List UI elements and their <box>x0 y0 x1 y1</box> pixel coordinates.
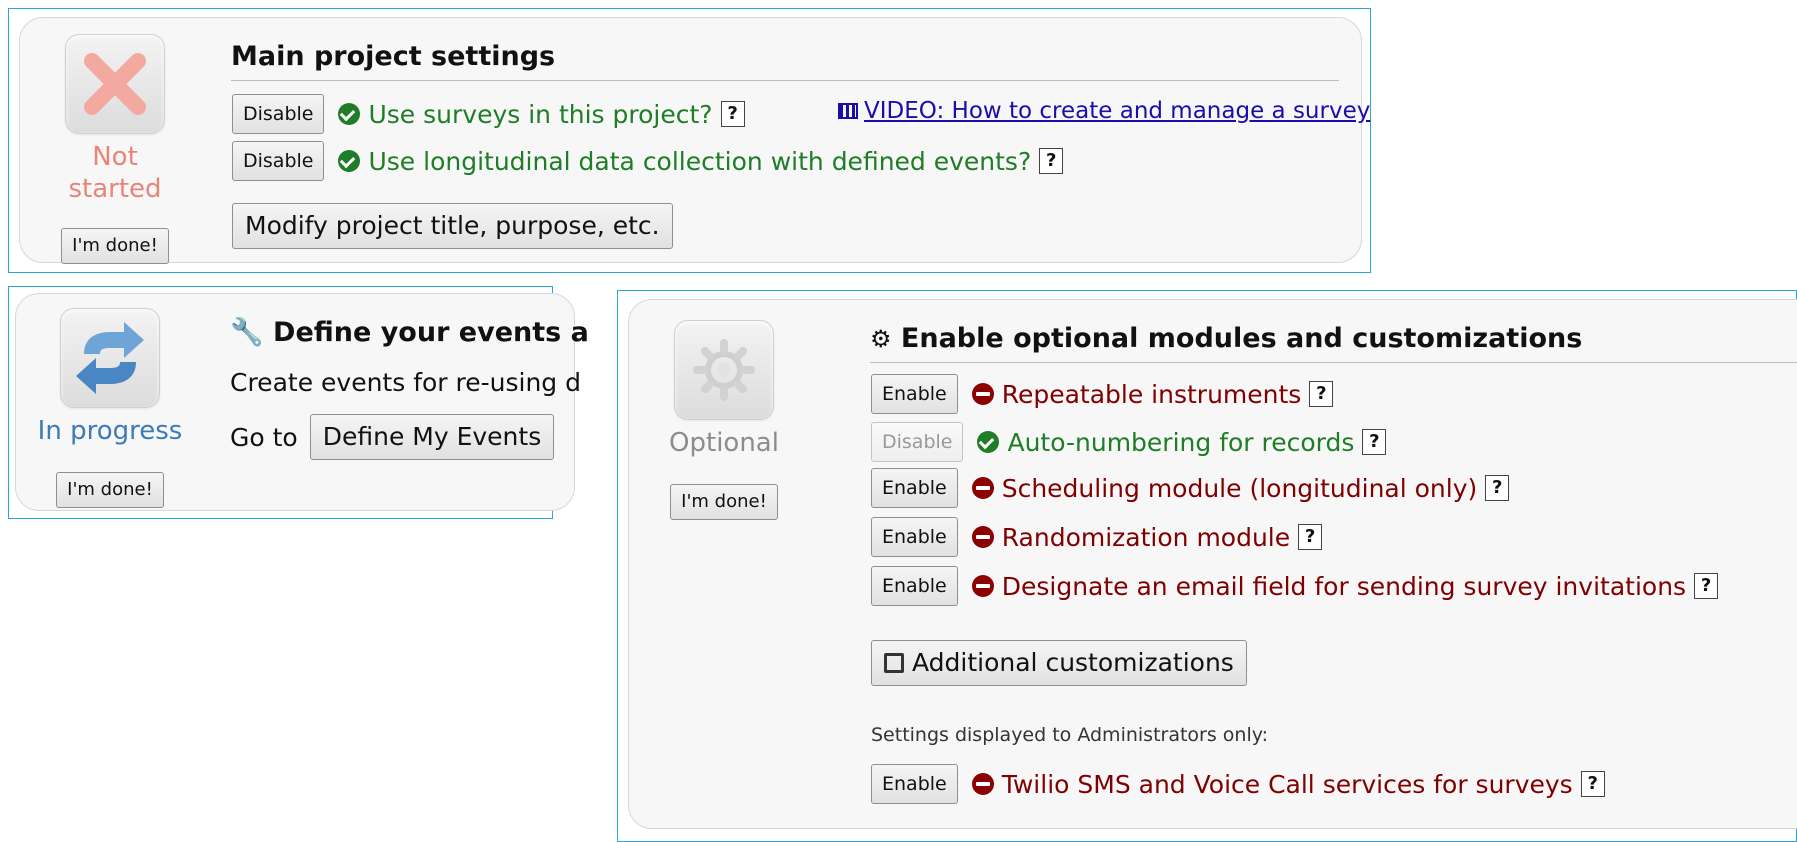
main-settings-frame: Not started I'm done! Main project setti… <box>8 8 1371 273</box>
setting-label: Use longitudinal data collection with de… <box>368 146 1032 176</box>
enable-randomization-button[interactable]: Enable <box>871 517 958 557</box>
check-circle-icon <box>977 431 1000 453</box>
minus-circle-icon <box>971 773 994 795</box>
help-button[interactable]: ? <box>1694 573 1719 599</box>
optional-modules-frame: Optional I'm done! ⚙ Enable optional mod… <box>617 290 1797 842</box>
divider <box>231 80 1339 81</box>
main-settings-panel: Not started I'm done! Main project setti… <box>19 17 1370 264</box>
module-label: Scheduling module (longitudinal only) <box>1001 473 1478 503</box>
module-row-autonumbering: Disable Auto-numbering for records ? <box>871 422 1387 462</box>
admin-note: Settings displayed to Administrators onl… <box>871 724 1269 746</box>
status-label: Not started <box>68 142 162 204</box>
enable-scheduling-button[interactable]: Enable <box>871 468 958 508</box>
module-label: Randomization module <box>1001 522 1291 552</box>
help-button[interactable]: ? <box>1362 429 1387 455</box>
setting-row-longitudinal: Disable Use longitudinal data collection… <box>232 141 1064 181</box>
define-events-button[interactable]: Define My Events <box>309 414 555 460</box>
module-label: Twilio SMS and Voice Call services for s… <box>1001 769 1573 799</box>
disable-longitudinal-button[interactable]: Disable <box>232 141 325 181</box>
disable-autonumbering-button[interactable]: Disable <box>871 422 964 462</box>
help-button[interactable]: ? <box>1580 771 1605 797</box>
minus-circle-icon <box>971 575 994 597</box>
define-events-frame: In progress I'm done! 🔧 Define your even… <box>8 286 589 519</box>
module-label: Repeatable instruments <box>1001 379 1302 409</box>
help-button[interactable]: ? <box>1485 475 1510 501</box>
modify-project-button[interactable]: Modify project title, purpose, etc. <box>232 203 673 249</box>
module-row-scheduling: Enable Scheduling module (longitudinal o… <box>871 468 1510 508</box>
module-label: Auto-numbering for records <box>1007 427 1355 457</box>
goto-label: Go to <box>230 422 298 452</box>
film-icon <box>838 103 858 119</box>
wrench-icon: 🔧 <box>230 317 264 348</box>
cogs-icon: ⚙ <box>870 325 892 353</box>
divider <box>870 362 1797 363</box>
additional-customizations-button[interactable]: Additional customizations <box>871 640 1247 686</box>
module-label: Designate an email field for sending sur… <box>1001 571 1687 601</box>
status-column: Not started I'm done! <box>50 34 180 264</box>
enable-twilio-button[interactable]: Enable <box>871 764 958 804</box>
module-row-twilio: Enable Twilio SMS and Voice Call service… <box>871 764 1605 804</box>
external-link-icon <box>884 653 904 673</box>
section-title: ⚙ Enable optional modules and customizat… <box>870 323 1583 354</box>
status-label: In progress <box>37 416 183 446</box>
enable-email-field-button[interactable]: Enable <box>871 566 958 606</box>
help-button[interactable]: ? <box>1298 524 1323 550</box>
disable-surveys-button[interactable]: Disable <box>232 94 325 134</box>
im-done-button[interactable]: I'm done! <box>56 472 164 508</box>
im-done-button[interactable]: I'm done! <box>670 484 778 520</box>
goto-row: Go to Define My Events <box>230 414 555 460</box>
setting-row-surveys: Disable Use surveys in this project? ? <box>232 94 745 134</box>
help-button[interactable]: ? <box>1039 148 1064 174</box>
status-column: In progress I'm done! <box>30 308 190 508</box>
define-events-panel: In progress I'm done! 🔧 Define your even… <box>15 293 589 511</box>
video-link[interactable]: VIDEO: How to create and manage a survey <box>838 98 1370 124</box>
help-button[interactable]: ? <box>1309 381 1334 407</box>
help-button[interactable]: ? <box>720 101 745 127</box>
check-circle-icon <box>338 103 361 125</box>
page-title: Main project settings <box>231 41 556 72</box>
check-circle-icon <box>338 150 361 172</box>
module-row-randomization: Enable Randomization module ? <box>871 517 1323 557</box>
minus-circle-icon <box>971 383 994 405</box>
setting-label: Use surveys in this project? <box>368 99 713 129</box>
module-row-repeatable: Enable Repeatable instruments ? <box>871 374 1334 414</box>
im-done-button[interactable]: I'm done! <box>61 228 169 264</box>
enable-repeatable-button[interactable]: Enable <box>871 374 958 414</box>
status-label: Optional <box>669 428 779 458</box>
minus-circle-icon <box>971 477 994 499</box>
x-mark-icon <box>65 34 165 134</box>
section-title: 🔧 Define your events a <box>230 317 589 348</box>
minus-circle-icon <box>971 526 994 548</box>
status-column: Optional I'm done! <box>659 320 789 520</box>
refresh-arrows-icon <box>60 308 160 408</box>
section-description: Create events for re-using d <box>230 368 581 397</box>
optional-modules-panel: Optional I'm done! ⚙ Enable optional mod… <box>628 299 1797 829</box>
gear-icon <box>674 320 774 420</box>
module-row-email-field: Enable Designate an email field for send… <box>871 566 1719 606</box>
